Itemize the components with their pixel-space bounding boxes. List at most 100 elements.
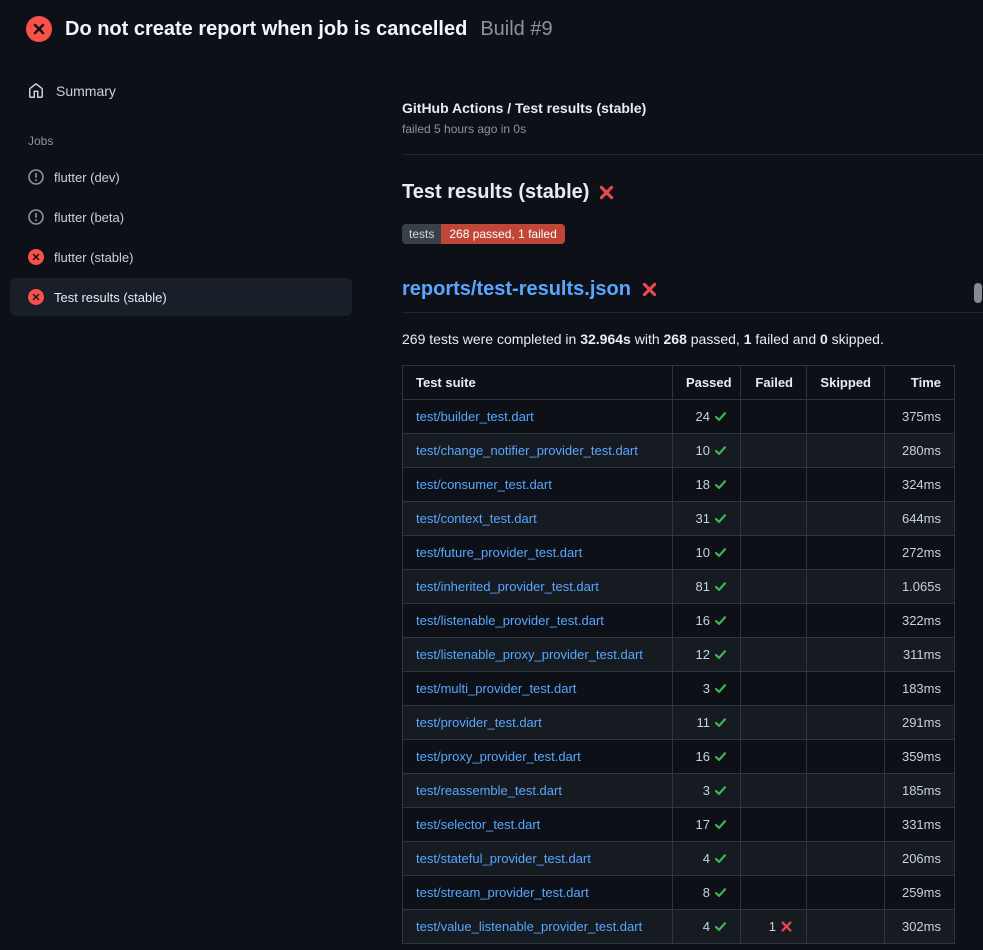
passed-count: 16 (696, 749, 710, 764)
skipped-count (807, 570, 885, 604)
skipped-count (807, 434, 885, 468)
col-header-passed: Passed (673, 366, 741, 400)
suite-link[interactable]: test/selector_test.dart (416, 817, 540, 832)
col-header-time: Time (885, 366, 955, 400)
check-icon (714, 512, 727, 525)
table-row: test/multi_provider_test.dart 3 183ms (403, 672, 955, 706)
check-icon (714, 614, 727, 627)
passed-count: 3 (703, 681, 710, 696)
sidebar-job-item[interactable]: flutter (beta) (10, 198, 352, 236)
suite-link[interactable]: test/value_listenable_provider_test.dart (416, 919, 642, 934)
main-content: GitHub Actions / Test results (stable) f… (370, 56, 983, 944)
skipped-count (807, 536, 885, 570)
jobs-list: flutter (dev) flutter (beta) flutter (st… (10, 158, 352, 316)
col-header-skipped: Skipped (807, 366, 885, 400)
suite-time: 1.065s (885, 570, 955, 604)
divider (402, 154, 983, 155)
suite-time: 185ms (885, 774, 955, 808)
passed-count: 31 (696, 511, 710, 526)
suite-time: 324ms (885, 468, 955, 502)
sidebar-job-item[interactable]: Test results (stable) (10, 278, 352, 316)
check-icon (714, 818, 727, 831)
home-icon (28, 83, 44, 99)
check-icon (714, 784, 727, 797)
passed-count: 24 (696, 409, 710, 424)
suite-link[interactable]: test/stateful_provider_test.dart (416, 851, 591, 866)
check-icon (714, 648, 727, 661)
suite-link[interactable]: test/listenable_proxy_provider_test.dart (416, 647, 643, 662)
x-circle-icon (26, 16, 52, 42)
failed-count: 1 (769, 919, 776, 934)
sidebar: Summary Jobs flutter (dev) flutter (beta… (0, 56, 370, 318)
failed-x-icon (641, 281, 658, 298)
table-row: test/value_listenable_provider_test.dart… (403, 910, 955, 944)
suite-link[interactable]: test/provider_test.dart (416, 715, 542, 730)
alert-circle-icon (28, 169, 44, 185)
suite-link[interactable]: test/multi_provider_test.dart (416, 681, 576, 696)
check-icon (714, 444, 727, 457)
suite-link[interactable]: test/consumer_test.dart (416, 477, 552, 492)
suite-link[interactable]: test/context_test.dart (416, 511, 537, 526)
suite-time: 644ms (885, 502, 955, 536)
skipped-count (807, 604, 885, 638)
col-header-failed: Failed (741, 366, 807, 400)
badge-label: tests (402, 224, 441, 244)
sidebar-job-item[interactable]: flutter (stable) (10, 238, 352, 276)
skipped-count (807, 468, 885, 502)
passed-count: 17 (696, 817, 710, 832)
skipped-count (807, 808, 885, 842)
x-circle-icon (28, 249, 44, 265)
check-icon (714, 546, 727, 559)
check-icon (714, 852, 727, 865)
suite-time: 272ms (885, 536, 955, 570)
summary-sentence: 269 tests were completed in 32.964s with… (402, 331, 983, 347)
jobs-heading: Jobs (10, 134, 352, 148)
scrollbar-thumb[interactable] (974, 283, 982, 303)
sidebar-summary-label: Summary (56, 83, 116, 99)
table-header-row: Test suite Passed Failed Skipped Time (403, 366, 955, 400)
check-icon (714, 580, 727, 593)
suite-time: 280ms (885, 434, 955, 468)
alert-circle-icon (28, 209, 44, 225)
sidebar-item-summary[interactable]: Summary (10, 74, 352, 108)
results-table: Test suite Passed Failed Skipped Time te… (402, 365, 955, 944)
sidebar-job-label: flutter (dev) (54, 170, 120, 185)
report-link[interactable]: reports/test-results.json (402, 278, 631, 301)
table-row: test/context_test.dart 31 644ms (403, 502, 955, 536)
section-title: Test results (stable) (402, 181, 589, 204)
passed-count: 81 (696, 579, 710, 594)
run-status-line: failed 5 hours ago in 0s (402, 122, 983, 136)
table-row: test/change_notifier_provider_test.dart … (403, 434, 955, 468)
table-row: test/reassemble_test.dart 3 185ms (403, 774, 955, 808)
sidebar-job-item[interactable]: flutter (dev) (10, 158, 352, 196)
passed-count: 8 (703, 885, 710, 900)
col-header-test-suite: Test suite (403, 366, 673, 400)
sidebar-job-label: flutter (beta) (54, 210, 124, 225)
suite-time: 183ms (885, 672, 955, 706)
suite-link[interactable]: test/builder_test.dart (416, 409, 534, 424)
suite-link[interactable]: test/future_provider_test.dart (416, 545, 582, 560)
suite-link[interactable]: test/change_notifier_provider_test.dart (416, 443, 638, 458)
check-icon (714, 920, 727, 933)
suite-link[interactable]: test/inherited_provider_test.dart (416, 579, 599, 594)
suite-time: 206ms (885, 842, 955, 876)
passed-count: 16 (696, 613, 710, 628)
skipped-count (807, 706, 885, 740)
suite-time: 359ms (885, 740, 955, 774)
suite-time: 302ms (885, 910, 955, 944)
breadcrumb: GitHub Actions / Test results (stable) (402, 100, 983, 116)
suite-time: 259ms (885, 876, 955, 910)
passed-count: 18 (696, 477, 710, 492)
suite-link[interactable]: test/stream_provider_test.dart (416, 885, 589, 900)
skipped-count (807, 400, 885, 434)
suite-link[interactable]: test/reassemble_test.dart (416, 783, 562, 798)
table-row: test/builder_test.dart 24 375ms (403, 400, 955, 434)
skipped-count (807, 910, 885, 944)
badge-value: 268 passed, 1 failed (441, 224, 564, 244)
x-mark-icon (780, 920, 793, 933)
suite-link[interactable]: test/proxy_provider_test.dart (416, 749, 581, 764)
table-row: test/listenable_provider_test.dart 16 32… (403, 604, 955, 638)
passed-count: 10 (696, 545, 710, 560)
suite-link[interactable]: test/listenable_provider_test.dart (416, 613, 604, 628)
check-icon (714, 478, 727, 491)
